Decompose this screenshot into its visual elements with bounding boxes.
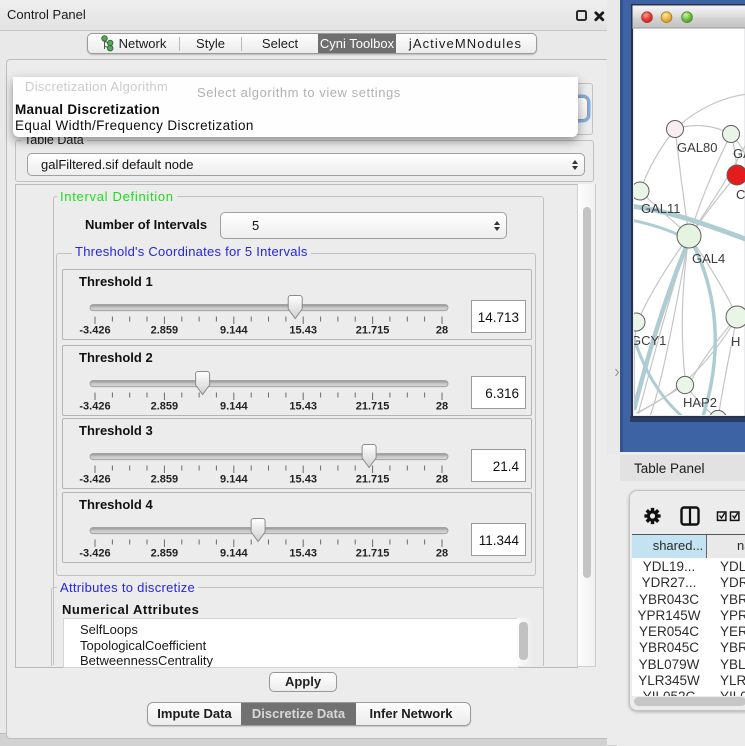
svg-text:-3.426: -3.426 [79,325,110,337]
svg-text:15.43: 15.43 [289,325,317,337]
svg-text:GCY1: GCY1 [631,333,666,348]
svg-text:C: C [736,187,745,202]
svg-text:HAP2: HAP2 [683,395,717,410]
svg-text:-3.426: -3.426 [79,474,110,486]
svg-text:2.859: 2.859 [151,474,179,486]
svg-text:9.144: 9.144 [220,548,248,560]
svg-text:2.859: 2.859 [151,325,179,337]
svg-text:Threshold 1: Threshold 1 [79,274,153,289]
svg-text:-3.426: -3.426 [79,548,110,560]
svg-text:21.715: 21.715 [356,474,390,486]
svg-text:Threshold 2: Threshold 2 [79,350,153,365]
svg-text:9.144: 9.144 [220,325,248,337]
svg-text:GAL11: GAL11 [641,201,681,216]
svg-text:21.715: 21.715 [356,325,390,337]
svg-text:Threshold 3: Threshold 3 [79,423,153,438]
svg-text:Threshold 4: Threshold 4 [79,497,153,512]
svg-text:15.43: 15.43 [289,548,317,560]
svg-text:9.144: 9.144 [220,474,248,486]
svg-text:21.715: 21.715 [356,401,390,413]
svg-text:-3.426: -3.426 [79,401,110,413]
svg-text:2.859: 2.859 [151,548,179,560]
svg-text:28: 28 [436,401,448,413]
svg-text:28: 28 [436,325,448,337]
svg-text:GAL80: GAL80 [677,140,717,155]
svg-text:GAL4: GAL4 [692,251,725,266]
svg-text:15.43: 15.43 [289,474,317,486]
svg-text:28: 28 [436,548,448,560]
svg-text:H: H [731,334,740,349]
svg-text:21.715: 21.715 [356,548,390,560]
svg-text:28: 28 [436,474,448,486]
svg-text:9.144: 9.144 [220,401,248,413]
svg-text:GA: GA [733,146,745,161]
svg-text:15.43: 15.43 [289,401,317,413]
svg-text:2.859: 2.859 [151,401,179,413]
